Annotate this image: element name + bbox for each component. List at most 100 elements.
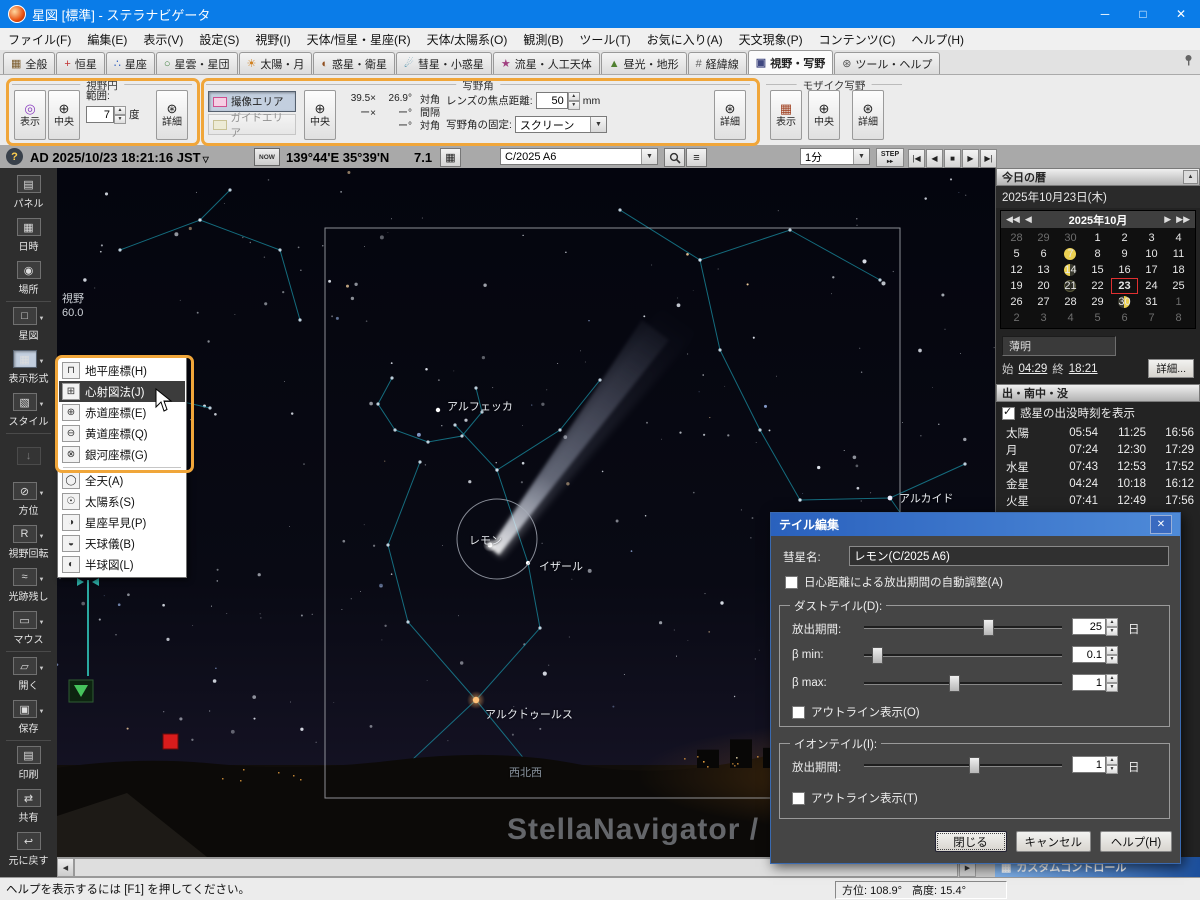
dropdown-arrow-icon[interactable]	[641, 149, 657, 164]
scroll-up-icon[interactable]	[1183, 170, 1198, 184]
menubar-item-0[interactable]: ファイル(F)	[0, 31, 79, 48]
calendar-day-2[interactable]: 2	[1111, 230, 1138, 246]
menubar-item-2[interactable]: 表示(V)	[135, 31, 191, 48]
slider-thumb[interactable]	[949, 675, 960, 692]
ion-outline-checkbox[interactable]: アウトライン表示(T)	[792, 790, 918, 806]
interval-combo[interactable]: 1分	[800, 148, 870, 165]
checkbox-icon[interactable]	[785, 576, 798, 589]
menu-item-黄道座標(Q)[interactable]: ⊖黄道座標(Q)	[59, 423, 185, 444]
comet-name-field[interactable]: レモン(C/2025 A6)	[849, 546, 1169, 566]
ion-emission-slider[interactable]	[864, 757, 1062, 773]
twilight-detail-button[interactable]: 詳細...	[1148, 359, 1194, 378]
menubar-item-7[interactable]: 観測(B)	[515, 31, 571, 48]
calendar-day-5[interactable]: 5	[1084, 310, 1111, 326]
close-button[interactable]: ✕	[1162, 0, 1200, 28]
play-reverse-button[interactable]: ◀	[926, 149, 943, 168]
slider-thumb[interactable]	[983, 619, 994, 636]
dust-outline-checkbox[interactable]: アウトライン表示(O)	[792, 704, 920, 720]
tab-星座[interactable]: ∴星座	[106, 52, 155, 74]
fix-mode-combo[interactable]: スクリーン	[515, 116, 607, 133]
calendar-day-30[interactable]: 30	[1057, 230, 1084, 246]
photo-center-button[interactable]: ⊕ 中央	[304, 90, 336, 140]
menubar-item-11[interactable]: コンテンツ(C)	[811, 31, 904, 48]
calendar-day-16[interactable]: 16	[1111, 262, 1138, 278]
calendar-day-30[interactable]: 30	[1111, 294, 1138, 310]
twilight-end-time[interactable]: 18:21	[1069, 363, 1098, 375]
calendar-day-12[interactable]: 12	[1003, 262, 1030, 278]
tab-昼光・地形[interactable]: ▲昼光・地形	[601, 52, 687, 74]
menubar-item-9[interactable]: お気に入り(A)	[639, 31, 731, 48]
scroll-left-icon[interactable]: ◀	[57, 858, 74, 877]
calendar-day-6[interactable]: 6	[1030, 246, 1057, 262]
grid-toggle-icon[interactable]: ▦	[440, 148, 461, 167]
menu-item-地平座標(H)[interactable]: ⊓地平座標(H)	[59, 360, 185, 381]
calendar-day-23[interactable]: 23	[1111, 278, 1138, 294]
close-dialog-button[interactable]: 閉じる	[935, 831, 1007, 852]
menu-item-太陽系(S)[interactable]: ☉太陽系(S)	[59, 491, 185, 512]
calendar-day-29[interactable]: 29	[1084, 294, 1111, 310]
calendar-day-9[interactable]: 9	[1111, 246, 1138, 262]
menu-item-半球図(L)[interactable]: ◐半球図(L)	[59, 554, 185, 575]
calendar-day-27[interactable]: 27	[1030, 294, 1057, 310]
menu-item-心射図法(J)[interactable]: ⊞心射図法(J)	[59, 381, 185, 402]
calendar-day-24[interactable]: 24	[1138, 278, 1165, 294]
calendar-day-28[interactable]: 28	[1003, 230, 1030, 246]
sidebar-item-印刷[interactable]: ▤印刷	[0, 742, 57, 785]
calendar-day-3[interactable]: 3	[1030, 310, 1057, 326]
calendar-day-20[interactable]: 20	[1030, 278, 1057, 294]
sidebar-item-マウス[interactable]: ▭マウス	[0, 607, 57, 650]
calendar-day-31[interactable]: 31	[1138, 294, 1165, 310]
mosaic-center-button[interactable]: ⊕ 中央	[808, 90, 840, 140]
help-button[interactable]: ヘルプ(H)	[1100, 831, 1172, 852]
tab-全般[interactable]: ▦全般	[3, 52, 55, 74]
beta-max-spinner[interactable]: 1	[1072, 674, 1118, 691]
calendar-day-15[interactable]: 15	[1084, 262, 1111, 278]
menubar-item-4[interactable]: 視野(I)	[247, 31, 298, 48]
menu-item-全天(A)[interactable]: ◯全天(A)	[59, 470, 185, 491]
timezone-caret-icon[interactable]: ▽	[203, 155, 209, 164]
slider-thumb[interactable]	[969, 757, 980, 774]
help-icon[interactable]: ?	[6, 148, 23, 165]
sidebar-item-方位[interactable]: ⊘方位	[0, 478, 57, 521]
calendar-day-2[interactable]: 2	[1003, 310, 1030, 326]
menu-item-星座早見(P)[interactable]: ◑星座早見(P)	[59, 512, 185, 533]
menubar-item-3[interactable]: 設定(S)	[191, 31, 247, 48]
calendar-day-25[interactable]: 25	[1165, 278, 1192, 294]
dropdown-arrow-icon[interactable]	[853, 149, 869, 164]
sidebar-item-光跡残し[interactable]: ≈光跡残し	[0, 564, 57, 607]
calendar-day-28[interactable]: 28	[1057, 294, 1084, 310]
calendar-day-17[interactable]: 17	[1138, 262, 1165, 278]
calendar-day-7[interactable]: 7	[1138, 310, 1165, 326]
calendar-day-19[interactable]: 19	[1003, 278, 1030, 294]
dropdown-arrow-icon[interactable]	[590, 117, 606, 132]
checkbox-icon[interactable]	[792, 792, 805, 805]
calendar-day-8[interactable]: 8	[1165, 310, 1192, 326]
maximize-button[interactable]: □	[1124, 0, 1162, 28]
photo-detail-button[interactable]: ⊛ 詳細	[714, 90, 746, 140]
sidebar-item-視野回転[interactable]: R視野回転	[0, 521, 57, 564]
calendar-day-22[interactable]: 22	[1084, 278, 1111, 294]
calendar-day-11[interactable]: 11	[1165, 246, 1192, 262]
list-icon[interactable]: ≡	[686, 148, 707, 167]
dialog-close-icon[interactable]: ✕	[1150, 515, 1172, 534]
beta-min-spinner[interactable]: 0.1	[1072, 646, 1118, 663]
tab-ツール・ヘルプ[interactable]: ⊛ツール・ヘルプ	[834, 52, 940, 74]
skip-start-button[interactable]: |◀	[908, 149, 925, 168]
dust-emission-slider[interactable]	[864, 619, 1062, 635]
auto-adjust-checkbox[interactable]: 日心距離による放出期間の自動調整(A)	[785, 574, 1003, 590]
tab-流星・人工天体[interactable]: ★流星・人工天体	[493, 52, 600, 74]
calendar-day-29[interactable]: 29	[1030, 230, 1057, 246]
sidebar-item-スタイル[interactable]: ▧スタイル	[0, 389, 57, 432]
calendar-day-26[interactable]: 26	[1003, 294, 1030, 310]
spinner-buttons[interactable]	[568, 92, 580, 109]
calendar-day-6[interactable]: 6	[1111, 310, 1138, 326]
stop-button[interactable]: ■	[944, 149, 961, 168]
beta-min-slider[interactable]	[864, 647, 1062, 663]
menu-item-赤道座標(E)[interactable]: ⊕赤道座標(E)	[59, 402, 185, 423]
planet-times-checkbox[interactable]: 惑星の出没時刻を表示	[996, 402, 1200, 424]
location-display[interactable]: 139°44'E 35°39'N	[286, 150, 389, 165]
range-spinner[interactable]: 7	[86, 106, 126, 123]
beta-max-slider[interactable]	[864, 675, 1062, 691]
calendar-next-month-icon[interactable]: ▶	[1164, 214, 1171, 225]
sidebar-item-星図[interactable]: □星図	[0, 303, 57, 346]
